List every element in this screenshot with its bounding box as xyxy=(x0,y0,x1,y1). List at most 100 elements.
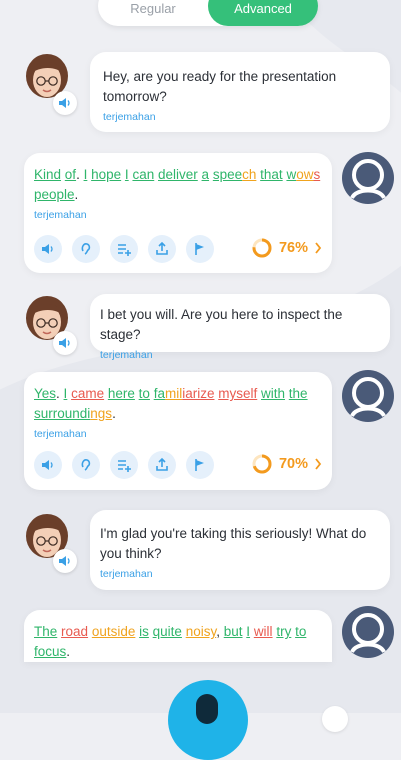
play-button[interactable] xyxy=(34,235,62,263)
word-token[interactable]: ch xyxy=(242,167,256,182)
user-avatar xyxy=(342,606,394,658)
word-token[interactable]: road xyxy=(61,624,88,639)
play-audio-button[interactable] xyxy=(53,549,77,573)
translate-link[interactable]: terjemahan xyxy=(34,428,322,440)
user-message-text: Kind of. I hope I can deliver a speech t… xyxy=(34,165,322,205)
speaker-icon xyxy=(59,556,70,566)
user-message-text: The road outside is quite noisy, but I w… xyxy=(34,622,322,662)
flag-icon xyxy=(195,459,204,471)
word-token[interactable]: try xyxy=(276,624,291,639)
user-silhouette-icon xyxy=(350,159,386,200)
bot-message-text: I'm glad you're taking this seriously! W… xyxy=(100,526,367,561)
share-button[interactable] xyxy=(148,235,176,263)
word-token[interactable]: deliver xyxy=(158,167,198,182)
ear-icon xyxy=(81,459,91,471)
bot-message-text: Hey, are you ready for the presentation … xyxy=(103,69,337,104)
more-options-button[interactable] xyxy=(322,706,348,732)
word-token[interactable]: iarize xyxy=(182,386,214,401)
word-token[interactable]: ow xyxy=(296,167,313,182)
bot-message-bubble: Hey, are you ready for the presentation … xyxy=(90,52,390,132)
add-to-list-icon xyxy=(118,244,131,256)
word-token[interactable]: came xyxy=(71,386,104,401)
ear-icon xyxy=(81,243,91,255)
translate-link[interactable]: terjemahan xyxy=(34,209,322,221)
toggle-regular[interactable]: Regular xyxy=(98,0,208,26)
word-token[interactable]: can xyxy=(132,167,154,182)
word-token[interactable]: here xyxy=(108,386,135,401)
word-token[interactable]: but xyxy=(224,624,243,639)
word-token[interactable]: to xyxy=(295,624,306,639)
share-icon xyxy=(156,457,168,471)
word-token[interactable]: the xyxy=(289,386,308,401)
user-silhouette-icon xyxy=(350,613,386,654)
word-token[interactable]: ngs xyxy=(90,406,112,421)
word-token: . xyxy=(112,406,116,421)
score-value: 70% xyxy=(278,456,308,472)
translate-link[interactable]: terjemahan xyxy=(100,349,380,361)
word-token[interactable]: spee xyxy=(213,167,242,182)
word-token[interactable]: a xyxy=(202,167,210,182)
speaker-icon xyxy=(42,460,53,470)
user-message-bubble: Yes. I came here to familiarize myself w… xyxy=(24,372,332,490)
word-token: . xyxy=(76,167,84,182)
word-token[interactable]: people xyxy=(34,187,75,202)
add-to-list-button[interactable] xyxy=(110,235,138,263)
bot-message-bubble: I'm glad you're taking this seriously! W… xyxy=(90,510,390,590)
word-token: . xyxy=(74,187,79,202)
pronunciation-score[interactable]: 76% xyxy=(251,237,322,259)
word-token[interactable]: myself xyxy=(218,386,257,401)
word-token[interactable]: to xyxy=(139,386,150,401)
word-token[interactable]: with xyxy=(261,386,285,401)
user-avatar xyxy=(342,152,394,204)
flag-icon xyxy=(195,243,204,255)
message-actions xyxy=(34,235,214,263)
translate-link[interactable]: terjemahan xyxy=(100,568,380,580)
share-button[interactable] xyxy=(148,451,176,479)
listen-button[interactable] xyxy=(72,235,100,263)
word-token[interactable]: hope xyxy=(91,167,121,182)
bot-message-text: I bet you will. Are you here to inspect … xyxy=(100,307,343,342)
word-token[interactable]: of xyxy=(65,167,76,182)
word-token[interactable]: outside xyxy=(92,624,136,639)
word-token[interactable]: s xyxy=(313,167,320,182)
user-message-bubble: Kind of. I hope I can deliver a speech t… xyxy=(24,153,332,273)
report-button[interactable] xyxy=(186,235,214,263)
word-token[interactable]: that xyxy=(260,167,283,182)
user-message-text: Yes. I came here to familiarize myself w… xyxy=(34,384,322,424)
add-to-list-button[interactable] xyxy=(110,451,138,479)
user-silhouette-icon xyxy=(350,377,386,418)
play-audio-button[interactable] xyxy=(53,331,77,355)
word-token[interactable]: focus xyxy=(34,644,66,659)
word-token[interactable]: mil xyxy=(165,386,182,401)
word-token[interactable]: is xyxy=(139,624,149,639)
bot-message-bubble: I bet you will. Are you here to inspect … xyxy=(90,294,390,361)
speaker-icon xyxy=(59,98,70,108)
word-token[interactable]: Yes xyxy=(34,386,56,401)
score-value: 76% xyxy=(278,240,308,256)
progress-ring-icon xyxy=(252,454,272,474)
play-button[interactable] xyxy=(34,451,62,479)
word-token[interactable]: quite xyxy=(153,624,182,639)
speaker-icon xyxy=(59,338,70,348)
translate-link[interactable]: terjemahan xyxy=(103,111,378,123)
progress-ring-icon xyxy=(252,238,272,258)
pronunciation-score[interactable]: 70% xyxy=(251,453,322,475)
word-token[interactable]: surroundi xyxy=(34,406,90,421)
mode-toggle: Regular Advanced xyxy=(98,0,318,26)
play-audio-button[interactable] xyxy=(53,91,77,115)
word-token[interactable]: The xyxy=(34,624,57,639)
word-token[interactable]: will xyxy=(254,624,273,639)
speaker-icon xyxy=(42,244,53,254)
chevron-right-icon xyxy=(315,458,322,470)
user-message-bubble: The road outside is quite noisy, but I w… xyxy=(24,610,332,662)
word-token: . xyxy=(56,386,64,401)
listen-button[interactable] xyxy=(72,451,100,479)
report-button[interactable] xyxy=(186,451,214,479)
word-token[interactable]: noisy xyxy=(186,624,217,639)
word-token[interactable]: w xyxy=(286,167,296,182)
toggle-advanced[interactable]: Advanced xyxy=(208,0,318,26)
share-icon xyxy=(156,241,168,255)
word-token[interactable]: fa xyxy=(154,386,165,401)
word-token[interactable]: Kind xyxy=(34,167,61,182)
word-token: , xyxy=(216,624,224,639)
